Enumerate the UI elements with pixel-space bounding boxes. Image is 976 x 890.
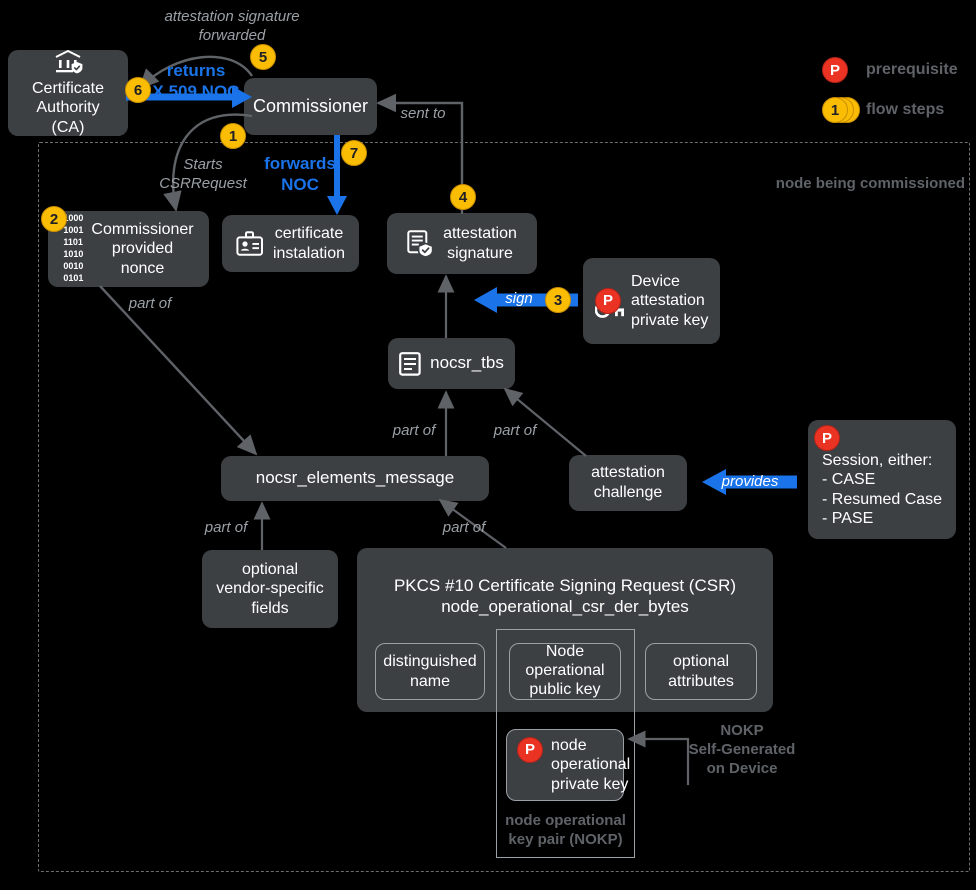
nonce-binary-digits: 1000 1001 1101 1010 0010 0101: [63, 213, 84, 283]
node-certificate-authority[interactable]: Certificate Authority (CA): [8, 49, 128, 136]
prerequisite-badge-session: P: [814, 425, 840, 451]
node-certificate-installation-label: certificate instalation: [272, 224, 346, 262]
region-label: node being commissioned: [775, 175, 965, 192]
edge-label-sent-to: sent to: [400, 105, 446, 122]
node-distinguished-name-label: distinguished name: [383, 652, 477, 690]
node-attestation-signature[interactable]: attestation signature: [387, 213, 537, 274]
edge-label-part-of-vendor: part of: [204, 519, 248, 536]
node-operational-private-key[interactable]: P node operational private key: [506, 729, 630, 801]
legend-row-flow-steps: 1 flow steps: [822, 90, 958, 130]
node-operational-public-key[interactable]: Node operational public key: [509, 643, 621, 700]
prerequisite-badge-private-key: P: [517, 736, 543, 763]
prerequisite-badge: P: [595, 287, 621, 314]
id-badge-icon: [236, 230, 264, 257]
csr-title-line1: PKCS #10 Certificate Signing Request (CS…: [393, 576, 737, 595]
flow-badge-5: 5: [250, 44, 276, 70]
flow-badge-3: 3: [545, 287, 571, 313]
document-icon: [399, 351, 421, 376]
node-operational-public-key-label: Node operational public key: [525, 643, 605, 698]
node-attestation-challenge[interactable]: attestation challenge: [569, 455, 687, 511]
legend-label-prerequisite: prerequisite: [866, 61, 958, 78]
node-attestation-challenge-label: attestation challenge: [591, 464, 665, 501]
flow-coin-front: 1: [822, 97, 848, 123]
diagram-canvas: node being commissioned Certificate Auth…: [0, 0, 976, 890]
flow-badge-1: 1: [220, 123, 246, 149]
node-optional-vendor-fields[interactable]: optional vendor-specific fields: [202, 550, 338, 628]
flow-badge-7: 7: [341, 140, 367, 166]
edge-label-nokp-self-generated: NOKP Self-Generated on Device: [688, 722, 796, 777]
edge-label-part-of-csr: part of: [442, 519, 486, 536]
node-session-label: Session, either: - CASE - Resumed Case -…: [822, 451, 943, 528]
node-optional-vendor-fields-label: optional vendor-specific fields: [216, 560, 324, 617]
node-operational-private-key-label: node operational private key: [551, 736, 631, 793]
nokp-group-label: node operational key pair (NOKP): [505, 812, 626, 848]
edge-label-sign: sign: [505, 290, 533, 307]
edge-label-part-of-elements: part of: [392, 422, 436, 439]
edge-label-starts-csrrequest: Starts CSRRequest: [159, 156, 247, 192]
node-nocsr-tbs-label: nocsr_tbs: [430, 353, 504, 373]
csr-title-line2: node_operational_csr_der_bytes: [441, 596, 689, 616]
document-shield-icon: [407, 229, 434, 258]
edge-label-attestation-forwarded: attestation signature forwarded: [164, 8, 300, 44]
node-commissioner[interactable]: Commissioner: [244, 78, 377, 135]
edge-label-forwards-noc: forwards NOC: [264, 154, 336, 195]
flow-badge-6: 6: [125, 77, 151, 103]
flow-badge-4: 4: [450, 184, 476, 210]
node-optional-attributes-label: optional attributes: [668, 652, 734, 690]
node-nocsr-tbs[interactable]: nocsr_tbs: [388, 338, 515, 389]
node-commissioner-label: Commissioner: [252, 95, 369, 116]
node-commissioner-provided-nonce[interactable]: 1000 1001 1101 1010 0010 0101 Commission…: [48, 211, 209, 287]
legend-label-flow-steps: flow steps: [866, 101, 945, 118]
node-device-key-label: Device attestation private key: [631, 272, 709, 329]
node-nocsr-elements-message-label: nocsr_elements_message: [255, 468, 455, 488]
legend: P prerequisite 1 flow steps: [822, 50, 958, 130]
node-nocsr-elements-message[interactable]: nocsr_elements_message: [221, 456, 489, 501]
flow-steps-legend-icon: 1: [822, 96, 860, 124]
node-device-attestation-private-key[interactable]: P Device attestation private key: [583, 258, 720, 344]
edge-label-returns-noc: returns X.509 NOC: [152, 61, 240, 102]
node-certificate-installation[interactable]: certificate instalation: [222, 215, 359, 272]
legend-row-prerequisite: P prerequisite: [822, 50, 958, 90]
node-attestation-signature-label: attestation signature: [443, 224, 517, 262]
node-optional-attributes[interactable]: optional attributes: [645, 643, 757, 700]
prerequisite-legend-icon: P: [822, 56, 852, 84]
prerequisite-badge-legend: P: [822, 57, 848, 83]
node-distinguished-name[interactable]: distinguished name: [375, 643, 485, 700]
node-nonce-label: Commissioner provided nonce: [91, 220, 194, 277]
node-certificate-authority-label: Certificate Authority (CA): [31, 79, 105, 136]
edge-label-provides: provides: [721, 473, 779, 490]
flow-badge-2: 2: [41, 206, 67, 232]
edge-label-part-of-nonce: part of: [128, 295, 172, 312]
bank-shield-icon: [53, 49, 83, 75]
edge-label-part-of-challenge: part of: [493, 422, 537, 439]
